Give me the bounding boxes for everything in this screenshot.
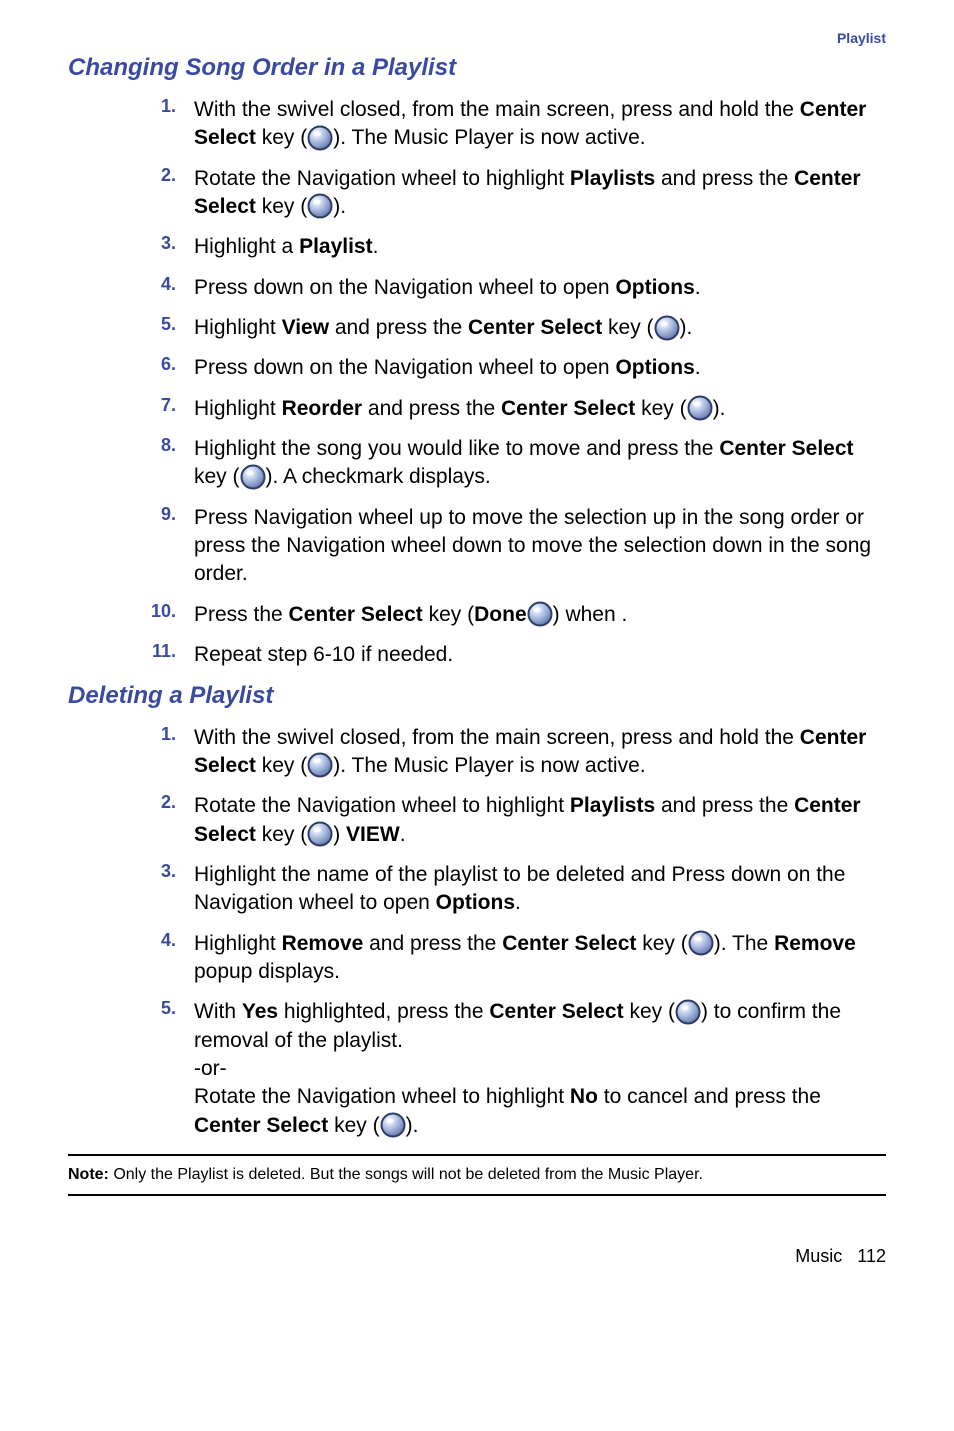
step-text: Rotate the Navigation wheel to highlight… xyxy=(194,165,886,222)
step-number: 9. xyxy=(68,504,194,525)
step-number: 3. xyxy=(68,861,194,882)
step-text: Press down on the Navigation wheel to op… xyxy=(194,354,886,382)
step-number: 3. xyxy=(68,233,194,254)
step-number: 1. xyxy=(68,724,194,745)
step-number: 4. xyxy=(68,274,194,295)
center-select-key-icon xyxy=(307,752,333,778)
step-item: 6.Press down on the Navigation wheel to … xyxy=(68,354,886,382)
footer-chapter: Music xyxy=(795,1246,842,1266)
step-number: 7. xyxy=(68,395,194,416)
step-text: Highlight Reorder and press the Center S… xyxy=(194,395,886,423)
step-item: 10.Press the Center Select key (Done) wh… xyxy=(68,601,886,629)
step-number: 1. xyxy=(68,96,194,117)
step-number: 10. xyxy=(68,601,194,622)
step-item: 1.With the swivel closed, from the main … xyxy=(68,96,886,153)
step-number: 2. xyxy=(68,165,194,186)
step-text: With Yes highlighted, press the Center S… xyxy=(194,998,886,1140)
center-select-key-icon xyxy=(687,395,713,421)
section-heading-2: Deleting a Playlist xyxy=(68,682,886,710)
center-select-key-icon xyxy=(380,1112,406,1138)
step-text: With the swivel closed, from the main sc… xyxy=(194,96,886,153)
step-item: 8.Highlight the song you would like to m… xyxy=(68,435,886,492)
step-item: 11.Repeat step 6-10 if needed. xyxy=(68,641,886,669)
page-content: Playlist Changing Song Order in a Playli… xyxy=(0,0,954,1307)
footer-page-number: 112 xyxy=(857,1246,886,1266)
center-select-key-icon xyxy=(654,315,680,341)
step-item: 7.Highlight Reorder and press the Center… xyxy=(68,395,886,423)
center-select-key-icon xyxy=(240,464,266,490)
step-number: 6. xyxy=(68,354,194,375)
note-text: Note: Only the Playlist is deleted. But … xyxy=(68,1156,886,1196)
step-item: 3.Highlight a Playlist. xyxy=(68,233,886,261)
step-text: Highlight View and press the Center Sele… xyxy=(194,314,886,342)
note-label: Note: xyxy=(68,1166,109,1183)
section-heading-1: Changing Song Order in a Playlist xyxy=(68,54,886,82)
step-number: 4. xyxy=(68,930,194,951)
step-text: Highlight Remove and press the Center Se… xyxy=(194,930,886,987)
center-select-key-icon xyxy=(307,821,333,847)
steps-list-2: 1.With the swivel closed, from the main … xyxy=(68,724,886,1140)
step-number: 5. xyxy=(68,314,194,335)
center-select-key-icon xyxy=(307,193,333,219)
step-item: 9.Press Navigation wheel up to move the … xyxy=(68,504,886,589)
step-item: 5.Highlight View and press the Center Se… xyxy=(68,314,886,342)
center-select-key-icon xyxy=(307,125,333,151)
step-item: 1.With the swivel closed, from the main … xyxy=(68,724,886,781)
center-select-key-icon xyxy=(675,999,701,1025)
step-text: Press down on the Navigation wheel to op… xyxy=(194,274,886,302)
step-item: 2.Rotate the Navigation wheel to highlig… xyxy=(68,792,886,849)
step-text: Rotate the Navigation wheel to highlight… xyxy=(194,792,886,849)
step-text: Highlight a Playlist. xyxy=(194,233,886,261)
step-item: 3.Highlight the name of the playlist to … xyxy=(68,861,886,918)
step-text: Press Navigation wheel up to move the se… xyxy=(194,504,886,589)
step-item: 4.Press down on the Navigation wheel to … xyxy=(68,274,886,302)
note-body: Only the Playlist is deleted. But the so… xyxy=(109,1166,703,1183)
step-number: 8. xyxy=(68,435,194,456)
step-item: 2.Rotate the Navigation wheel to highlig… xyxy=(68,165,886,222)
step-number: 11. xyxy=(68,641,194,662)
chapter-header: Playlist xyxy=(68,30,886,46)
step-text: Press the Center Select key (Done) when … xyxy=(194,601,886,629)
step-text: Highlight the name of the playlist to be… xyxy=(194,861,886,918)
step-number: 2. xyxy=(68,792,194,813)
center-select-key-icon xyxy=(688,930,714,956)
center-select-key-icon xyxy=(527,601,553,627)
step-item: 4.Highlight Remove and press the Center … xyxy=(68,930,886,987)
step-text: Repeat step 6-10 if needed. xyxy=(194,641,886,669)
step-text: With the swivel closed, from the main sc… xyxy=(194,724,886,781)
step-text: Highlight the song you would like to mov… xyxy=(194,435,886,492)
step-item: 5.With Yes highlighted, press the Center… xyxy=(68,998,886,1140)
page-footer: Music 112 xyxy=(68,1246,886,1267)
step-number: 5. xyxy=(68,998,194,1019)
steps-list-1: 1.With the swivel closed, from the main … xyxy=(68,96,886,670)
